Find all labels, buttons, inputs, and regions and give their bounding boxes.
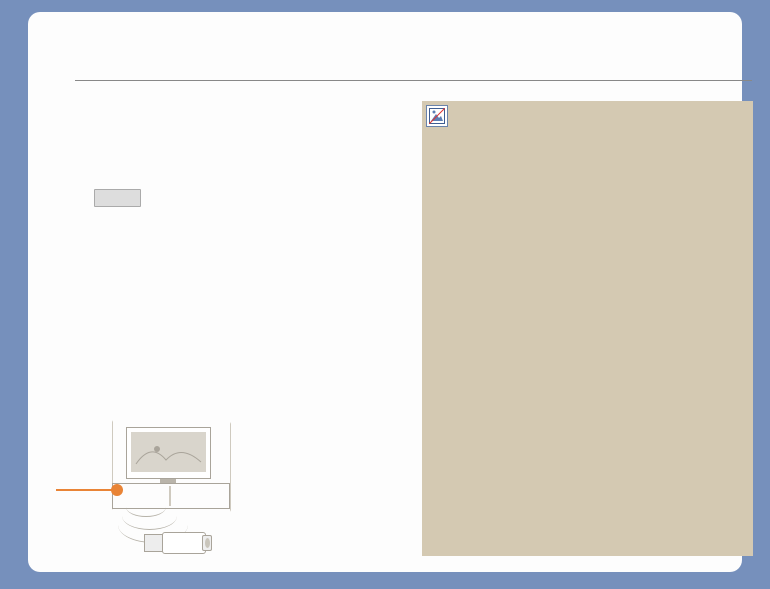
divider [75, 80, 752, 81]
wall-line-right [230, 422, 231, 512]
camcorder-lens-inner [205, 538, 210, 548]
camcorder-screen [144, 534, 164, 552]
illustration-camcorder-tv [56, 422, 286, 562]
camcorder [162, 532, 206, 554]
tv-screen [131, 432, 206, 472]
callout-dot [111, 484, 123, 496]
small-tag [94, 189, 141, 207]
broken-image-icon [426, 105, 448, 127]
right-panel [422, 101, 753, 556]
callout-line [56, 489, 113, 491]
document-page [28, 12, 742, 572]
cabinet-divider [169, 486, 171, 506]
